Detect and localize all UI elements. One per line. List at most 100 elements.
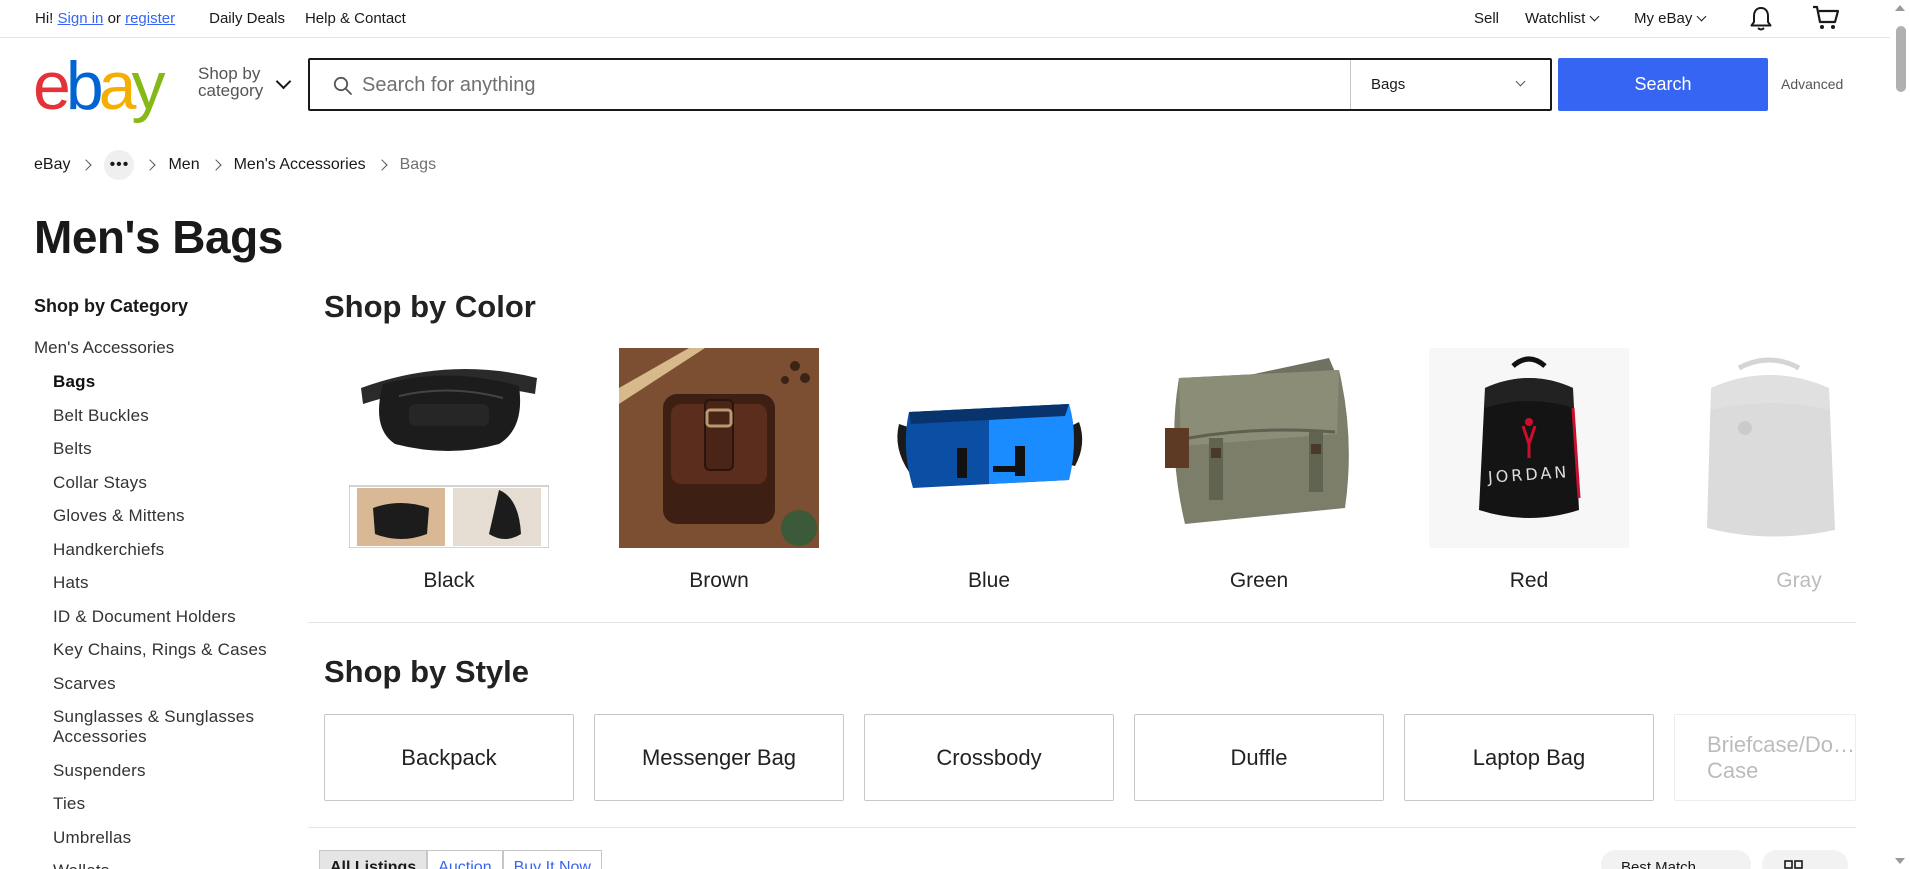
category-sidebar: Shop by Category Men's Accessories Bags … <box>34 296 274 869</box>
sidebar-item-umbrellas[interactable]: Umbrellas <box>53 828 274 848</box>
my-ebay-menu[interactable]: My eBay <box>1634 10 1707 27</box>
page-scrollbar[interactable] <box>1890 0 1910 869</box>
red-bag-image: JORDAN <box>1429 348 1629 548</box>
style-card-backpack[interactable]: Backpack <box>324 714 574 801</box>
sidebar-item-scarves[interactable]: Scarves <box>53 674 274 694</box>
logo-letter-e: e <box>33 48 71 124</box>
sidebar-item-handkerchiefs[interactable]: Handkerchiefs <box>53 540 274 560</box>
scrollbar-thumb[interactable] <box>1896 26 1906 92</box>
daily-deals-link[interactable]: Daily Deals <box>209 10 285 27</box>
top-bar: Hi! Sign in or register Daily Deals Help… <box>0 0 1890 38</box>
color-card-blue[interactable]: Blue <box>889 348 1089 593</box>
category-select[interactable]: Bags <box>1350 60 1550 109</box>
help-contact-link[interactable]: Help & Contact <box>305 10 406 27</box>
sidebar-heading: Shop by Category <box>34 296 189 316</box>
search-input[interactable] <box>362 71 1262 99</box>
bell-icon[interactable] <box>1749 6 1773 37</box>
sidebar-item-key-chains[interactable]: Key Chains, Rings & Cases <box>53 640 274 660</box>
breadcrumb-overflow-button[interactable]: ••• <box>104 150 135 180</box>
breadcrumb: eBay ••• Men Men's Accessories Bags <box>34 150 437 180</box>
sidebar-item-ties[interactable]: Ties <box>53 794 274 814</box>
sidebar-item-suspenders[interactable]: Suspenders <box>53 761 274 781</box>
grid-view-icon <box>1784 860 1804 869</box>
greeting-text: Hi! <box>35 10 54 27</box>
style-card-crossbody[interactable]: Crossbody <box>864 714 1114 801</box>
chevron-right-icon <box>375 159 388 171</box>
style-card-duffle[interactable]: Duffle <box>1134 714 1384 801</box>
logo-letter-b: b <box>65 48 104 124</box>
tab-auction[interactable]: Auction <box>427 850 503 869</box>
category-select-value: Bags <box>1371 76 1406 93</box>
shop-by-style-title: Shop by Style <box>324 654 529 689</box>
breadcrumb-mens-accessories[interactable]: Men's Accessories <box>234 156 366 174</box>
chevron-right-icon <box>80 159 93 171</box>
chevron-down-icon <box>1589 11 1600 22</box>
color-card-black[interactable]: Black <box>348 348 550 593</box>
sort-dropdown[interactable]: Best Match <box>1601 850 1751 869</box>
color-label-black: Black <box>423 569 475 592</box>
color-card-green[interactable]: Green <box>1159 348 1359 593</box>
sort-label: Best Match <box>1621 859 1697 869</box>
breadcrumb-bags: Bags <box>399 156 437 173</box>
watchlist-menu[interactable]: Watchlist <box>1525 10 1600 27</box>
page-title: Men's Bags <box>34 211 283 263</box>
section-divider <box>308 827 1856 828</box>
scroll-up-arrow-icon[interactable] <box>1895 5 1905 11</box>
logo-letter-y: y <box>131 48 165 124</box>
register-link[interactable]: register <box>125 10 175 27</box>
sidebar-item-id-document-holders[interactable]: ID & Document Holders <box>53 607 274 627</box>
sidebar-item-hats[interactable]: Hats <box>53 573 274 593</box>
or-text: or <box>107 10 121 27</box>
color-label-gray: Gray <box>1776 569 1822 592</box>
color-card-gray[interactable]: Gray <box>1699 348 1839 593</box>
breadcrumb-ebay[interactable]: eBay <box>34 156 70 174</box>
cart-icon[interactable] <box>1812 5 1840 36</box>
style-card-briefcase[interactable]: Briefcase/Do… Case <box>1674 714 1856 801</box>
shop-by-color-title: Shop by Color <box>324 289 536 324</box>
sell-link[interactable]: Sell <box>1474 10 1499 27</box>
black-bag-image <box>348 348 550 549</box>
section-divider <box>308 622 1856 623</box>
search-bar: Bags <box>308 58 1552 111</box>
sidebar-item-bags[interactable]: Bags <box>53 372 274 392</box>
style-card-laptop-bag[interactable]: Laptop Bag <box>1404 714 1654 801</box>
view-toggle-button[interactable] <box>1762 850 1848 869</box>
listing-format-tabs: All Listings Auction Buy It Now <box>319 850 602 869</box>
tab-all-listings[interactable]: All Listings <box>319 850 428 869</box>
sidebar-list: Bags Belt Buckles Belts Collar Stays Glo… <box>53 372 274 869</box>
scroll-down-arrow-icon[interactable] <box>1895 858 1905 864</box>
search-icon <box>333 76 353 101</box>
color-card-brown[interactable]: Brown <box>619 348 819 593</box>
search-field-wrap <box>310 60 1350 109</box>
sidebar-item-belt-buckles[interactable]: Belt Buckles <box>53 406 274 426</box>
sign-in-link[interactable]: Sign in <box>58 10 104 27</box>
color-card-red[interactable]: JORDAN Red <box>1429 348 1629 593</box>
color-label-green: Green <box>1229 569 1289 592</box>
watchlist-label: Watchlist <box>1525 10 1586 27</box>
chevron-right-icon <box>209 159 222 171</box>
blue-bag-image <box>889 348 1089 548</box>
brown-bag-image <box>619 348 819 548</box>
chevron-down-icon <box>1515 76 1526 87</box>
logo-letter-a: a <box>98 48 137 124</box>
color-label-blue: Blue <box>967 569 1011 592</box>
sidebar-item-gloves-mittens[interactable]: Gloves & Mittens <box>53 506 274 526</box>
my-ebay-label: My eBay <box>1634 10 1693 27</box>
shop-by-category-line1: Shop by <box>198 64 261 83</box>
sidebar-parent-category[interactable]: Men's Accessories <box>34 338 274 358</box>
sidebar-item-sunglasses[interactable]: Sunglasses & Sunglasses Accessories <box>53 707 274 747</box>
shop-by-category-button[interactable]: Shop by category <box>198 65 263 99</box>
search-button[interactable]: Search <box>1558 58 1768 111</box>
ebay-logo[interactable]: ebay <box>33 48 165 124</box>
chevron-down-icon <box>1696 11 1707 22</box>
advanced-search-link[interactable]: Advanced <box>1781 76 1843 92</box>
chevron-down-icon[interactable] <box>275 73 292 90</box>
tab-buy-it-now[interactable]: Buy It Now <box>502 850 602 869</box>
breadcrumb-men[interactable]: Men <box>168 156 199 174</box>
color-label-red: Red <box>1509 569 1549 592</box>
style-card-messenger-bag[interactable]: Messenger Bag <box>594 714 844 801</box>
top-bar-left: Hi! Sign in or register Daily Deals Help… <box>35 10 406 27</box>
sidebar-item-wallets[interactable]: Wallets <box>53 861 274 869</box>
sidebar-item-belts[interactable]: Belts <box>53 439 274 459</box>
sidebar-item-collar-stays[interactable]: Collar Stays <box>53 473 274 493</box>
